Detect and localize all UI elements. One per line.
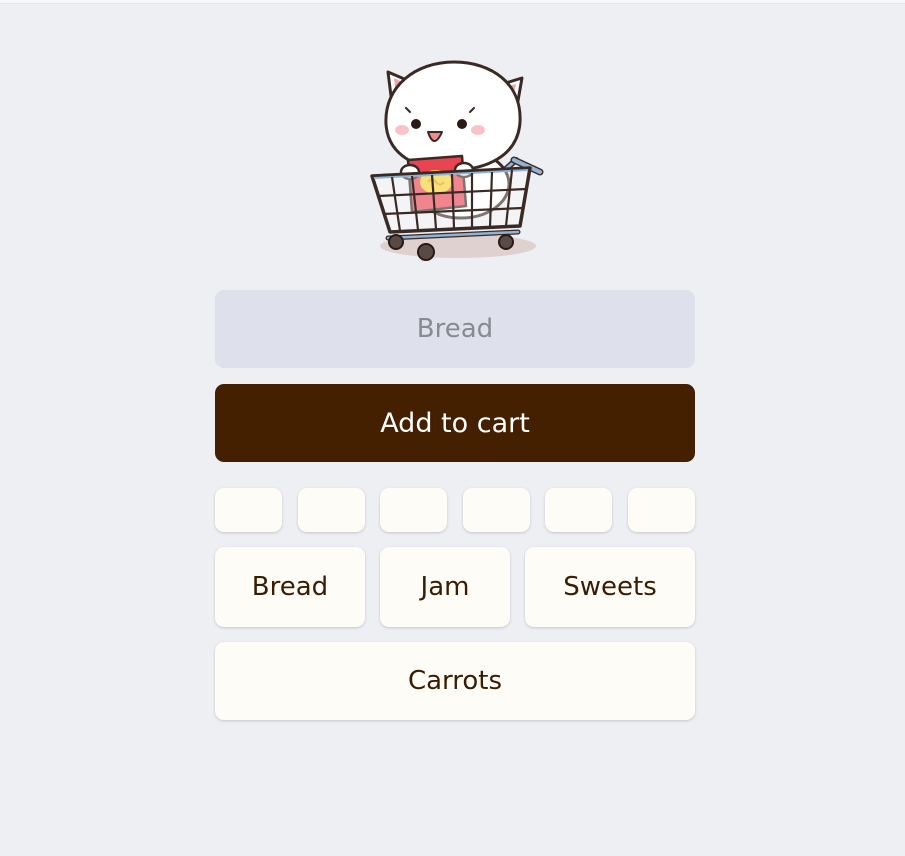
empty-item-chip[interactable]	[545, 488, 612, 532]
empty-item-chip[interactable]	[215, 488, 282, 532]
suggestion-jam-button[interactable]: Jam	[380, 547, 510, 627]
empty-item-chip[interactable]	[463, 488, 530, 532]
add-to-cart-button[interactable]: Add to cart	[215, 384, 695, 462]
empty-item-chip[interactable]	[298, 488, 365, 532]
suggestion-carrots-button[interactable]: Carrots	[215, 642, 695, 720]
cat-in-shopping-cart-icon	[366, 56, 546, 266]
top-border	[0, 0, 905, 4]
empty-item-chip[interactable]	[628, 488, 695, 532]
empty-item-chip[interactable]	[380, 488, 447, 532]
suggestion-bread-button[interactable]: Bread	[215, 547, 365, 627]
suggestion-sweets-button[interactable]: Sweets	[525, 547, 695, 627]
item-input[interactable]	[215, 290, 695, 368]
